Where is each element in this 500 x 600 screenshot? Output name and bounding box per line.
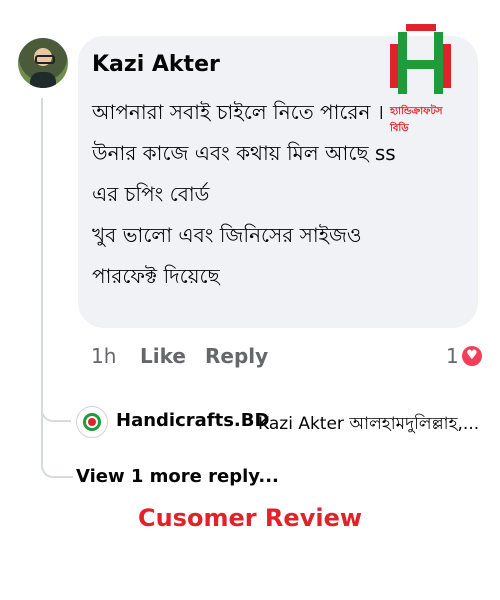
reaction-count[interactable]: 1 (446, 344, 459, 368)
reply-connector (41, 400, 71, 422)
heart-icon[interactable]: ♥ (462, 346, 482, 366)
logo-red-top (406, 24, 436, 31)
avatar-shirt (30, 72, 56, 88)
logo-caption: হ্যান্ডিক্রাফটস বিডি (390, 106, 443, 134)
reply-avatar-dot (88, 418, 96, 426)
reply-preview-text[interactable]: Kazi Akter আলহামদুলিল্লাহ,... (258, 411, 479, 439)
logo-red-right (443, 44, 451, 88)
reply-button[interactable]: Reply (205, 344, 268, 368)
reply-avatar[interactable] (76, 406, 108, 438)
reply-author[interactable]: Handicrafts.BD (116, 410, 269, 431)
view-more-connector (41, 454, 73, 478)
view-more-replies-link[interactable]: View 1 more reply... (76, 466, 279, 487)
commenter-avatar[interactable] (18, 38, 68, 88)
brand-logo: হ্যান্ডিক্রাফটস বিডি (384, 22, 462, 134)
like-button[interactable]: Like (140, 344, 186, 368)
comment-author[interactable]: Kazi Akter (92, 52, 220, 77)
comment-time[interactable]: 1h (91, 344, 116, 368)
review-caption: Cusomer Review (137, 504, 363, 532)
logo-red-left (390, 44, 398, 88)
avatar-glasses (35, 55, 55, 64)
logo-bar-cross (398, 60, 443, 69)
